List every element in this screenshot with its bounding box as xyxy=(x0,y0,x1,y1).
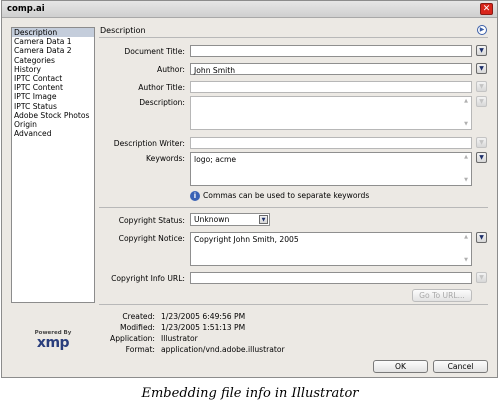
xmp-logo: Powered By xmp xyxy=(30,330,76,350)
keywords-scrollbar[interactable]: ▲ ▼ xyxy=(462,154,470,184)
chevron-down-icon[interactable]: ▼ xyxy=(259,215,268,224)
keywords-value: logo; acme xyxy=(194,155,237,164)
description-dropdown-icon[interactable]: ▼ xyxy=(476,96,487,107)
section-title: Description xyxy=(100,26,146,35)
copyright-url-field[interactable] xyxy=(190,272,472,284)
description-field[interactable]: ▲ ▼ xyxy=(190,96,472,130)
application-value: Illustrator xyxy=(161,334,198,343)
created-value: 1/23/2005 6:49:56 PM xyxy=(161,312,246,321)
author-title-field[interactable] xyxy=(190,81,472,93)
description-writer-field[interactable] xyxy=(190,137,472,149)
keywords-dropdown-icon[interactable]: ▼ xyxy=(476,152,487,163)
description-scrollbar[interactable]: ▲ ▼ xyxy=(462,98,470,128)
sidebar-item-origin[interactable]: Origin xyxy=(12,120,94,129)
copyright-url-label: Copyright Info URL: xyxy=(111,274,185,283)
copyright-status-label: Copyright Status: xyxy=(118,216,185,225)
document-title-field[interactable] xyxy=(190,45,472,57)
document-title-dropdown-icon[interactable]: ▼ xyxy=(476,45,487,56)
document-title-label: Document Title: xyxy=(124,47,185,56)
modified-value: 1/23/2005 1:51:13 PM xyxy=(161,323,246,332)
scroll-down-icon[interactable]: ▼ xyxy=(462,177,470,184)
scroll-up-icon[interactable]: ▲ xyxy=(462,234,470,241)
close-button[interactable]: ✕ xyxy=(480,3,493,15)
panel-menu-icon[interactable]: ▶ xyxy=(477,25,487,35)
info-icon: i xyxy=(190,191,200,201)
author-field[interactable]: John Smith xyxy=(190,63,472,75)
sidebar-item-advanced[interactable]: Advanced xyxy=(12,129,94,138)
application-label: Application: xyxy=(110,334,155,343)
copyright-notice-scrollbar[interactable]: ▲ ▼ xyxy=(462,234,470,264)
author-label: Author: xyxy=(157,65,185,74)
description-label: Description: xyxy=(139,98,185,107)
go-to-url-button[interactable]: Go To URL... xyxy=(412,289,472,302)
sidebar-item-camera-data-1[interactable]: Camera Data 1 xyxy=(12,37,94,46)
author-title-label: Author Title: xyxy=(138,83,185,92)
scroll-up-icon[interactable]: ▲ xyxy=(462,154,470,161)
keywords-field[interactable]: logo; acme ▲ ▼ xyxy=(190,152,472,186)
sidebar-item-categories[interactable]: Categories xyxy=(12,56,94,65)
created-label: Created: xyxy=(122,312,155,321)
author-title-dropdown-icon[interactable]: ▼ xyxy=(476,81,487,92)
scroll-up-icon[interactable]: ▲ xyxy=(462,98,470,105)
sidebar-item-adobe-stock-photos[interactable]: Adobe Stock Photos xyxy=(12,111,94,120)
title-bar: comp.ai ✕ xyxy=(2,1,497,18)
figure-caption: Embedding file info in Illustrator xyxy=(141,386,359,401)
window-title: comp.ai xyxy=(7,4,45,14)
sidebar-item-description[interactable]: Description xyxy=(12,28,94,38)
scroll-down-icon[interactable]: ▼ xyxy=(462,121,470,128)
copyright-notice-value: Copyright John Smith, 2005 xyxy=(194,235,299,244)
copyright-notice-label: Copyright Notice: xyxy=(118,234,185,243)
keywords-hint-text: Commas can be used to separate keywords xyxy=(203,191,370,200)
copyright-status-value: Unknown xyxy=(194,215,230,224)
section-divider xyxy=(99,304,488,305)
description-writer-label: Description Writer: xyxy=(113,139,185,148)
sidebar-item-iptc-contact[interactable]: IPTC Contact xyxy=(12,74,94,83)
ok-button[interactable]: OK xyxy=(373,360,428,373)
xmp-wordmark: xmp xyxy=(36,335,70,351)
format-value: application/vnd.adobe.illustrator xyxy=(161,345,285,354)
format-label: Format: xyxy=(125,345,155,354)
cancel-button[interactable]: Cancel xyxy=(433,360,488,373)
copyright-status-select[interactable]: Unknown ▼ xyxy=(190,213,270,226)
author-dropdown-icon[interactable]: ▼ xyxy=(476,63,487,74)
copyright-notice-dropdown-icon[interactable]: ▼ xyxy=(476,232,487,243)
copyright-notice-field[interactable]: Copyright John Smith, 2005 ▲ ▼ xyxy=(190,232,472,266)
section-divider xyxy=(99,207,488,208)
keywords-label: Keywords: xyxy=(146,154,185,163)
keywords-hint: i Commas can be used to separate keywords xyxy=(190,191,369,201)
section-divider xyxy=(99,37,488,38)
scroll-down-icon[interactable]: ▼ xyxy=(462,257,470,264)
modified-label: Modified: xyxy=(120,323,155,332)
copyright-url-dropdown-icon[interactable]: ▼ xyxy=(476,272,487,283)
description-writer-dropdown-icon[interactable]: ▼ xyxy=(476,137,487,148)
